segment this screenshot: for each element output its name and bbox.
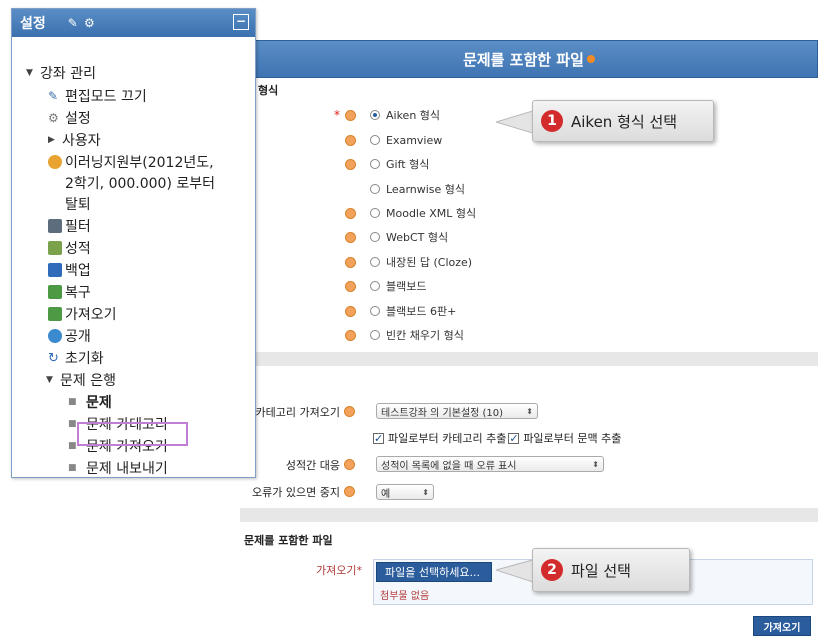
required-star-icon: * xyxy=(334,108,340,122)
format-option-aiken[interactable]: Aiken 형식 xyxy=(370,107,440,123)
radio-icon[interactable] xyxy=(370,330,380,340)
radio-icon[interactable] xyxy=(370,257,380,267)
select-arrow-icon: ⬍ xyxy=(526,406,533,416)
extract-options: ✓ 파일로부터 카테고리 추출 ✓ 파일로부터 문맥 추출 xyxy=(373,431,622,445)
radio-icon[interactable] xyxy=(370,208,380,218)
tree-item-question-bank[interactable]: ▼ 문제 은행 xyxy=(46,370,116,390)
category-select[interactable]: 테스트강좌 의 기본설정 (10) ⬍ xyxy=(376,403,538,419)
help-icon[interactable] xyxy=(345,135,356,146)
format-option-examview[interactable]: Examview xyxy=(370,132,442,148)
help-icon[interactable] xyxy=(344,459,355,470)
collapsed-triangle-icon: ▶ xyxy=(48,135,55,145)
checkbox-checked-icon[interactable]: ✓ xyxy=(508,432,520,444)
tree-item-publish[interactable]: 공개 xyxy=(48,326,91,346)
tree-item-reset[interactable]: ↻ 초기화 xyxy=(48,348,104,368)
wrench-icon: ⚙ xyxy=(48,111,59,125)
tree-course-admin[interactable]: ▼ 강좌 관리 xyxy=(26,63,96,83)
highlight-box xyxy=(77,422,188,446)
step-badge: 2 xyxy=(541,559,563,581)
expanded-triangle-icon: ▼ xyxy=(46,375,53,385)
callout-step-2: 2 파일 선택 xyxy=(532,548,690,592)
bullet-icon: ■ xyxy=(68,463,77,473)
restore-icon xyxy=(48,285,62,299)
tree-item-export-questions[interactable]: ■ 문제 내보내기 xyxy=(68,458,168,478)
callout-text: Aiken 형식 선택 xyxy=(571,112,678,131)
block-action-icons[interactable]: ✎ ⚙ xyxy=(68,16,96,30)
import-file-label: 가져오기* xyxy=(316,564,362,577)
settings-header: 설정 ✎ ⚙ − xyxy=(12,9,255,37)
grades-icon xyxy=(48,241,62,255)
tree-item-settings[interactable]: ⚙ 설정 xyxy=(48,108,91,128)
filter-icon xyxy=(48,219,62,233)
divider xyxy=(240,508,818,522)
tree-item-backup[interactable]: 백업 xyxy=(48,260,91,280)
callout-step-1: 1 Aiken 형식 선택 xyxy=(532,100,714,142)
radio-icon[interactable] xyxy=(370,281,380,291)
help-icon[interactable] xyxy=(345,208,356,219)
tree-item-questions[interactable]: ■ 문제 xyxy=(68,392,112,412)
tree-item-import[interactable]: 가져오기 xyxy=(48,304,117,324)
expanded-triangle-icon: ▼ xyxy=(26,68,33,78)
tree-item-unenrol[interactable]: 이러닝지원부(2012년도, xyxy=(48,152,214,172)
help-icon[interactable] xyxy=(344,486,355,497)
form-header: 문제를 포함한 파일 xyxy=(240,40,818,78)
radio-icon[interactable] xyxy=(370,159,380,169)
format-option-blackboard[interactable]: 블랙보드 xyxy=(370,278,426,294)
select-arrow-icon: ⬍ xyxy=(592,459,599,469)
tree-item-users[interactable]: ▶ 사용자 xyxy=(48,130,101,150)
reset-icon: ↻ xyxy=(48,351,59,366)
tree-item-edit-mode[interactable]: ✎ 편집모드 끄기 xyxy=(48,86,147,106)
import-button[interactable]: 가져오기 xyxy=(753,616,811,636)
grade-match-select[interactable]: 성적이 목록에 없을 때 오류 표시 ⬍ xyxy=(376,456,604,472)
help-icon[interactable] xyxy=(345,232,356,243)
help-icon[interactable] xyxy=(345,281,356,292)
help-icon[interactable] xyxy=(344,406,355,417)
globe-icon xyxy=(48,329,62,343)
radio-checked-icon[interactable] xyxy=(370,110,380,120)
tree-item-unenrol-line3: 탈퇴 xyxy=(65,197,91,213)
tree-item-restore[interactable]: 복구 xyxy=(48,282,91,302)
tree-item-grades[interactable]: 성적 xyxy=(48,238,91,258)
help-icon[interactable] xyxy=(345,306,356,317)
divider xyxy=(240,352,818,366)
callout-text: 파일 선택 xyxy=(571,561,631,580)
radio-icon[interactable] xyxy=(370,232,380,242)
backup-icon xyxy=(48,263,62,277)
import-icon xyxy=(48,307,62,321)
pencil-icon: ✎ xyxy=(48,89,59,103)
user-icon xyxy=(48,155,62,169)
bullet-icon: ■ xyxy=(68,397,77,407)
callout-pointer xyxy=(496,558,536,584)
callout-pointer xyxy=(496,109,536,135)
tree-item-filters[interactable]: 필터 xyxy=(48,216,91,236)
format-option-learnwise[interactable]: Learnwise 형식 xyxy=(370,181,465,197)
step-badge: 1 xyxy=(541,110,563,132)
radio-icon[interactable] xyxy=(370,184,380,194)
help-icon[interactable] xyxy=(345,110,356,121)
collapse-icon[interactable]: − xyxy=(233,14,249,30)
no-attachment-text: 첨부물 없음 xyxy=(380,591,430,602)
help-icon[interactable] xyxy=(345,330,356,341)
radio-icon[interactable] xyxy=(370,135,380,145)
format-option-blackboard6[interactable]: 블랙보드 6판+ xyxy=(370,303,456,319)
format-option-cloze[interactable]: 내장된 답 (Cloze) xyxy=(370,254,472,270)
help-icon[interactable] xyxy=(586,55,595,63)
radio-icon[interactable] xyxy=(370,306,380,316)
format-option-moodle-xml[interactable]: Moodle XML 형식 xyxy=(370,205,476,221)
stop-on-error-select[interactable]: 예 ⬍ xyxy=(376,484,434,500)
tree-item-unenrol-line2: 2학기, 000.000) 로부터 xyxy=(65,176,216,192)
help-icon[interactable] xyxy=(345,159,356,170)
help-icon[interactable] xyxy=(345,257,356,268)
format-option-gift[interactable]: Gift 형식 xyxy=(370,156,429,172)
stop-on-error-label: 오류가 있으면 중지 xyxy=(252,486,340,499)
form-title: 문제를 포함한 파일 xyxy=(463,50,584,69)
checkbox-checked-icon[interactable]: ✓ xyxy=(373,432,384,444)
settings-block: 설정 ✎ ⚙ − ▼ 강좌 관리 ✎ 편집모드 끄기 ⚙ 설정 ▶ 사용자 이러… xyxy=(11,8,256,478)
format-option-webct[interactable]: WebCT 형식 xyxy=(370,229,448,245)
section-file: 문제를 포함한 파일 xyxy=(244,534,333,547)
settings-title: 설정 xyxy=(20,16,46,32)
format-option-missing-word[interactable]: 빈칸 채우기 형식 xyxy=(370,327,464,343)
choose-file-button[interactable]: 파일을 선택하세요... xyxy=(376,562,492,582)
select-arrow-icon: ⬍ xyxy=(422,487,429,497)
